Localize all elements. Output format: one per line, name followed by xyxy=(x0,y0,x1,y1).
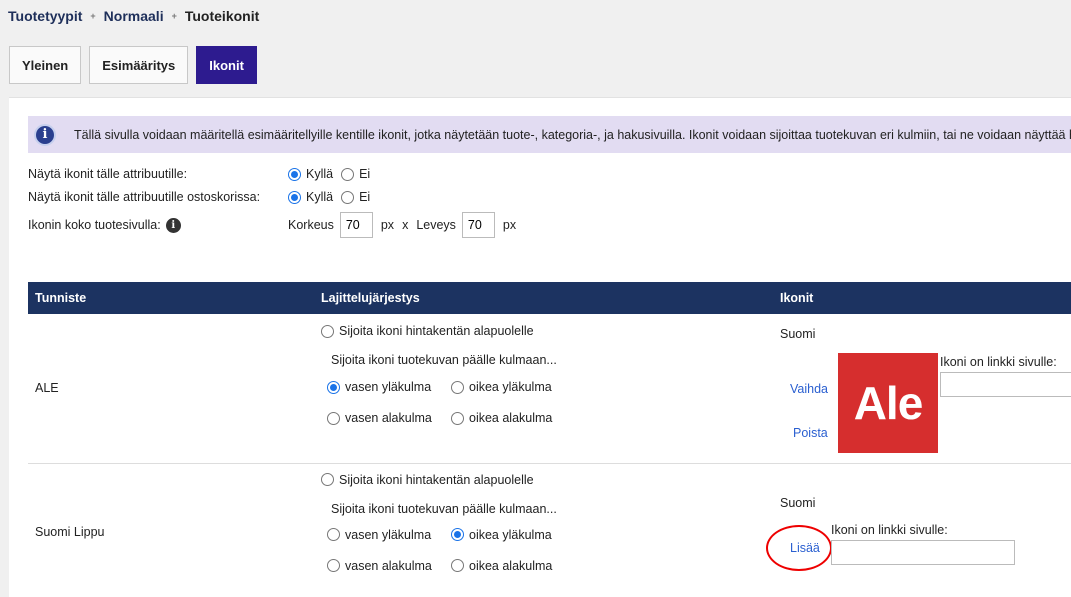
corner-bottom-right-radio[interactable] xyxy=(451,411,464,425)
breadcrumb-separator-icon: + xyxy=(171,11,177,21)
setting-icon-size: Ikonin koko tuotesivulla: i Korkeus px x… xyxy=(28,212,524,238)
show-in-cart-no-radio[interactable] xyxy=(341,190,355,204)
corner-bottom-left-radio[interactable] xyxy=(327,411,340,425)
width-unit: px xyxy=(502,218,517,232)
breadcrumb: Tuotetyypit + Normaali + Tuoteikonit xyxy=(8,8,259,24)
content-panel: i Tällä sivulla voidaan määritellä esimä… xyxy=(9,97,1071,597)
icon-size-label: Ikonin koko tuotesivulla: xyxy=(28,218,161,232)
corner-bottom-right-radio[interactable] xyxy=(451,559,464,572)
corner-top-right-label: oikea yläkulma xyxy=(469,527,552,542)
row-id: Suomi Lippu xyxy=(28,463,314,597)
show-icons-label: Näytä ikonit tälle attribuutille: xyxy=(28,167,188,181)
show-in-cart-label: Näytä ikonit tälle attribuutille ostosko… xyxy=(28,190,261,204)
language-label: Suomi xyxy=(780,327,816,341)
link-label: Ikoni on linkki sivulle: xyxy=(940,355,1057,369)
table-header-row: Tunniste Lajittelujärjestys Ikonit xyxy=(28,282,1071,314)
corner-top-right-radio[interactable] xyxy=(451,380,464,394)
setting-show-in-cart: Näytä ikonit tälle attribuutille ostosko… xyxy=(28,190,378,204)
icon-size-label-wrap: Ikonin koko tuotesivulla: i xyxy=(28,217,288,233)
corner-bottom-left-radio[interactable] xyxy=(327,559,340,572)
header-tunniste: Tunniste xyxy=(28,282,314,314)
times-sign: x xyxy=(402,218,409,232)
link-input[interactable] xyxy=(831,539,1015,565)
change-icon-link[interactable]: Vaihda xyxy=(790,382,828,396)
width-input[interactable] xyxy=(461,212,495,238)
link-label: Ikoni on linkki sivulle: xyxy=(831,522,948,537)
corner-top-left-label: vasen yläkulma xyxy=(345,527,432,542)
link-input[interactable] xyxy=(940,372,1071,397)
tab-yleinen[interactable]: Yleinen xyxy=(9,46,82,84)
corner-top-right-radio[interactable] xyxy=(451,528,464,541)
corner-top-left-radio[interactable] xyxy=(327,380,340,394)
show-icons-no-label: Ei xyxy=(359,167,371,181)
below-price-radio[interactable] xyxy=(321,473,334,486)
help-info-icon[interactable]: i xyxy=(165,217,181,233)
show-in-cart-no-label: Ei xyxy=(359,190,371,204)
icon-cell: Suomi Vaihda Poista Ale Ikoni on linkki … xyxy=(773,314,1071,464)
language-label: Suomi xyxy=(780,495,816,510)
tab-bar: Yleinen Esimääritys Ikonit xyxy=(9,46,257,84)
corner-top-right-label: oikea yläkulma xyxy=(469,380,552,394)
info-box: i Tällä sivulla voidaan määritellä esimä… xyxy=(28,116,1071,153)
on-image-label: Sijoita ikoni tuotekuvan päälle kulmaan.… xyxy=(331,353,557,367)
breadcrumb-current: Tuoteikonit xyxy=(184,8,260,24)
icons-table: Tunniste Lajittelujärjestys Ikonit ALE S… xyxy=(28,282,1071,597)
corner-bottom-left-label: vasen alakulma xyxy=(345,411,432,425)
show-icons-yes-radio[interactable] xyxy=(288,167,301,181)
info-icon: i xyxy=(34,123,56,146)
below-price-label: Sijoita ikoni hintakentän alapuolelle xyxy=(339,472,534,487)
tab-ikonit[interactable]: Ikonit xyxy=(196,46,257,84)
height-label: Korkeus xyxy=(288,218,334,232)
below-price-radio[interactable] xyxy=(321,324,334,338)
corner-top-left-label: vasen yläkulma xyxy=(345,380,432,394)
breadcrumb-link-normaali[interactable]: Normaali xyxy=(104,8,164,24)
width-label: Leveys xyxy=(416,218,456,232)
show-in-cart-yes-label: Kyllä xyxy=(306,190,334,204)
breadcrumb-link-tuotetyypit[interactable]: Tuotetyypit xyxy=(8,8,82,24)
sort-cell: Sijoita ikoni hintakentän alapuolelle Si… xyxy=(314,463,773,597)
info-text: Tällä sivulla voidaan määritellä esimäär… xyxy=(74,127,1071,142)
setting-show-icons: Näytä ikonit tälle attribuutille: Kyllä … xyxy=(28,167,378,181)
corner-bottom-right-label: oikea alakulma xyxy=(469,558,553,573)
height-unit: px xyxy=(380,218,395,232)
row-id: ALE xyxy=(28,314,314,464)
corner-bottom-right-label: oikea alakulma xyxy=(469,411,553,425)
show-icons-yes-label: Kyllä xyxy=(306,167,334,181)
breadcrumb-separator-icon: + xyxy=(90,11,96,21)
remove-icon-link[interactable]: Poista xyxy=(793,426,828,440)
header-ikonit: Ikonit xyxy=(773,282,1071,314)
height-input[interactable] xyxy=(339,212,373,238)
table-row: Suomi Lippu Sijoita ikoni hintakentän al… xyxy=(28,463,1071,597)
icon-cell: Suomi Lisää Ikoni on linkki sivulle: xyxy=(766,463,1071,597)
corner-top-left-radio[interactable] xyxy=(327,528,340,541)
ale-icon-image: Ale xyxy=(838,353,938,453)
corner-bottom-left-label: vasen alakulma xyxy=(345,558,432,573)
on-image-label: Sijoita ikoni tuotekuvan päälle kulmaan.… xyxy=(331,501,557,516)
header-lajittelujarjestys: Lajittelujärjestys xyxy=(314,282,773,314)
below-price-label: Sijoita ikoni hintakentän alapuolelle xyxy=(339,324,534,338)
show-in-cart-yes-radio[interactable] xyxy=(288,190,301,204)
table-row: ALE Sijoita ikoni hintakentän alapuolell… xyxy=(28,314,1071,464)
show-icons-no-radio[interactable] xyxy=(341,167,355,181)
sort-cell: Sijoita ikoni hintakentän alapuolelle Si… xyxy=(314,314,773,464)
add-icon-link[interactable]: Lisää xyxy=(790,541,820,555)
tab-esimaaritys[interactable]: Esimääritys xyxy=(89,46,189,84)
